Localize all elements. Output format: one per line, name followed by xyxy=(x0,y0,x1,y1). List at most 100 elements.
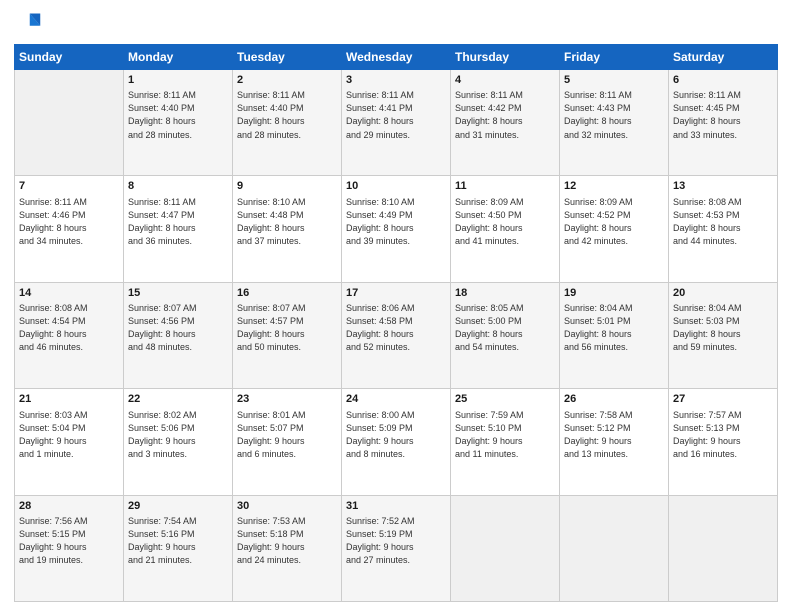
day-number: 4 xyxy=(455,73,555,88)
day-info: Daylight: 8 hours xyxy=(128,222,228,235)
calendar-cell: 17Sunrise: 8:06 AMSunset: 4:58 PMDayligh… xyxy=(342,282,451,388)
day-info: Sunrise: 8:11 AM xyxy=(128,89,228,102)
calendar-cell xyxy=(451,495,560,601)
day-info: Daylight: 8 hours xyxy=(346,115,446,128)
day-number: 13 xyxy=(673,179,773,194)
day-info: Sunrise: 8:04 AM xyxy=(673,302,773,315)
day-info: Daylight: 9 hours xyxy=(346,435,446,448)
day-info: Daylight: 9 hours xyxy=(564,435,664,448)
day-number: 3 xyxy=(346,73,446,88)
day-info: and 32 minutes. xyxy=(564,129,664,142)
day-info: and 24 minutes. xyxy=(237,554,337,567)
day-info: Sunset: 4:57 PM xyxy=(237,315,337,328)
calendar-cell: 2Sunrise: 8:11 AMSunset: 4:40 PMDaylight… xyxy=(233,70,342,176)
day-info: and 1 minute. xyxy=(19,448,119,461)
calendar-cell: 12Sunrise: 8:09 AMSunset: 4:52 PMDayligh… xyxy=(560,176,669,282)
day-info: Daylight: 8 hours xyxy=(455,115,555,128)
day-info: Daylight: 8 hours xyxy=(128,328,228,341)
day-info: Sunrise: 8:02 AM xyxy=(128,409,228,422)
day-info: Sunset: 5:16 PM xyxy=(128,528,228,541)
day-info: and 19 minutes. xyxy=(19,554,119,567)
logo-icon xyxy=(14,10,42,38)
day-info: Daylight: 9 hours xyxy=(19,541,119,554)
day-number: 16 xyxy=(237,286,337,301)
day-info: Daylight: 8 hours xyxy=(564,222,664,235)
day-info: and 3 minutes. xyxy=(128,448,228,461)
day-info: and 11 minutes. xyxy=(455,448,555,461)
day-number: 18 xyxy=(455,286,555,301)
day-info: Sunset: 5:06 PM xyxy=(128,422,228,435)
day-info: Daylight: 8 hours xyxy=(455,222,555,235)
day-info: Sunset: 5:13 PM xyxy=(673,422,773,435)
day-number: 10 xyxy=(346,179,446,194)
day-info: and 33 minutes. xyxy=(673,129,773,142)
day-number: 8 xyxy=(128,179,228,194)
day-number: 11 xyxy=(455,179,555,194)
calendar-cell: 4Sunrise: 8:11 AMSunset: 4:42 PMDaylight… xyxy=(451,70,560,176)
calendar-cell: 10Sunrise: 8:10 AMSunset: 4:49 PMDayligh… xyxy=(342,176,451,282)
day-info: Daylight: 8 hours xyxy=(673,222,773,235)
calendar-cell xyxy=(15,70,124,176)
day-number: 1 xyxy=(128,73,228,88)
day-info: Sunrise: 8:10 AM xyxy=(346,196,446,209)
day-number: 30 xyxy=(237,499,337,514)
day-info: and 29 minutes. xyxy=(346,129,446,142)
day-info: Daylight: 9 hours xyxy=(128,435,228,448)
day-info: Daylight: 9 hours xyxy=(346,541,446,554)
day-info: Sunrise: 8:06 AM xyxy=(346,302,446,315)
day-info: Sunset: 5:01 PM xyxy=(564,315,664,328)
day-number: 20 xyxy=(673,286,773,301)
calendar-week-2: 7Sunrise: 8:11 AMSunset: 4:46 PMDaylight… xyxy=(15,176,778,282)
calendar-header: SundayMondayTuesdayWednesdayThursdayFrid… xyxy=(15,45,778,70)
day-info: Daylight: 8 hours xyxy=(346,328,446,341)
day-number: 9 xyxy=(237,179,337,194)
day-info: Daylight: 9 hours xyxy=(237,541,337,554)
calendar-cell: 5Sunrise: 8:11 AMSunset: 4:43 PMDaylight… xyxy=(560,70,669,176)
day-info: Sunrise: 8:09 AM xyxy=(455,196,555,209)
day-info: Sunset: 4:53 PM xyxy=(673,209,773,222)
day-info: Sunrise: 8:05 AM xyxy=(455,302,555,315)
day-info: Sunrise: 8:07 AM xyxy=(128,302,228,315)
day-info: Sunrise: 8:11 AM xyxy=(346,89,446,102)
day-info: Daylight: 9 hours xyxy=(673,435,773,448)
day-info: Sunset: 5:19 PM xyxy=(346,528,446,541)
calendar-week-1: 1Sunrise: 8:11 AMSunset: 4:40 PMDaylight… xyxy=(15,70,778,176)
day-number: 14 xyxy=(19,286,119,301)
day-info: Sunset: 5:00 PM xyxy=(455,315,555,328)
day-info: Sunrise: 8:09 AM xyxy=(564,196,664,209)
day-info: Sunset: 4:52 PM xyxy=(564,209,664,222)
day-info: Sunset: 5:07 PM xyxy=(237,422,337,435)
day-info: Sunset: 5:18 PM xyxy=(237,528,337,541)
day-info: and 37 minutes. xyxy=(237,235,337,248)
day-info: and 56 minutes. xyxy=(564,341,664,354)
day-info: Sunset: 5:15 PM xyxy=(19,528,119,541)
day-info: Sunrise: 7:57 AM xyxy=(673,409,773,422)
calendar-page: SundayMondayTuesdayWednesdayThursdayFrid… xyxy=(0,0,792,612)
calendar-cell: 31Sunrise: 7:52 AMSunset: 5:19 PMDayligh… xyxy=(342,495,451,601)
calendar-cell: 1Sunrise: 8:11 AMSunset: 4:40 PMDaylight… xyxy=(124,70,233,176)
day-info: Sunset: 5:04 PM xyxy=(19,422,119,435)
calendar-cell: 21Sunrise: 8:03 AMSunset: 5:04 PMDayligh… xyxy=(15,389,124,495)
calendar-week-5: 28Sunrise: 7:56 AMSunset: 5:15 PMDayligh… xyxy=(15,495,778,601)
day-info: Sunrise: 7:59 AM xyxy=(455,409,555,422)
day-info: Daylight: 8 hours xyxy=(673,115,773,128)
calendar-cell: 24Sunrise: 8:00 AMSunset: 5:09 PMDayligh… xyxy=(342,389,451,495)
day-number: 2 xyxy=(237,73,337,88)
calendar-cell xyxy=(560,495,669,601)
day-info: Sunset: 5:09 PM xyxy=(346,422,446,435)
calendar-cell: 29Sunrise: 7:54 AMSunset: 5:16 PMDayligh… xyxy=(124,495,233,601)
day-number: 5 xyxy=(564,73,664,88)
day-info: Sunset: 4:54 PM xyxy=(19,315,119,328)
day-info: Sunrise: 8:08 AM xyxy=(673,196,773,209)
day-info: Sunset: 5:10 PM xyxy=(455,422,555,435)
day-number: 19 xyxy=(564,286,664,301)
day-info: Daylight: 8 hours xyxy=(128,115,228,128)
day-info: Daylight: 9 hours xyxy=(237,435,337,448)
day-info: Daylight: 9 hours xyxy=(455,435,555,448)
calendar-cell: 16Sunrise: 8:07 AMSunset: 4:57 PMDayligh… xyxy=(233,282,342,388)
day-info: Daylight: 8 hours xyxy=(237,222,337,235)
header xyxy=(14,10,778,38)
calendar-cell: 11Sunrise: 8:09 AMSunset: 4:50 PMDayligh… xyxy=(451,176,560,282)
calendar-cell: 30Sunrise: 7:53 AMSunset: 5:18 PMDayligh… xyxy=(233,495,342,601)
day-info: Daylight: 8 hours xyxy=(19,222,119,235)
